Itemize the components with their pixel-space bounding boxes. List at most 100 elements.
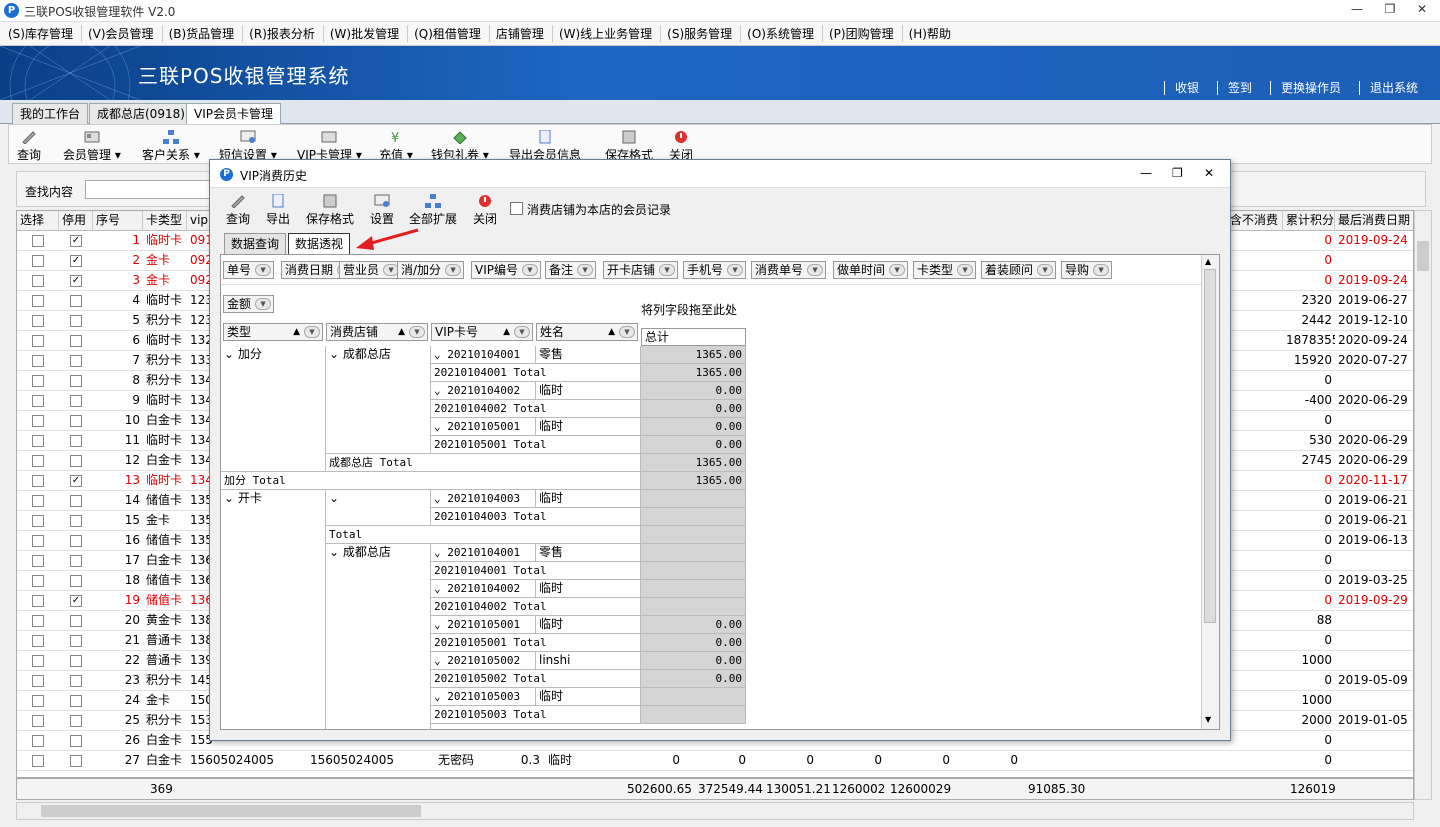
collapse-icon[interactable]: ⌄: [434, 348, 441, 361]
row-select-checkbox[interactable]: [32, 555, 44, 567]
tab-data-query[interactable]: 数据查询: [224, 233, 287, 254]
menu-item-reports[interactable]: (R)报表分析: [247, 25, 324, 42]
filter-field-4[interactable]: VIP编号 ▼: [471, 261, 541, 279]
row-disabled-checkbox[interactable]: [70, 455, 82, 467]
tab-pivot[interactable]: 数据透视: [288, 233, 351, 255]
filter-field-0[interactable]: 单号 ▼: [223, 261, 275, 279]
collapse-icon[interactable]: ⌄: [434, 654, 441, 667]
row-select-checkbox[interactable]: [32, 515, 44, 527]
row-select-checkbox[interactable]: [32, 715, 44, 727]
row-disabled-checkbox[interactable]: [70, 675, 82, 687]
collapse-icon[interactable]: ⌄: [434, 546, 441, 559]
row-select-checkbox[interactable]: [32, 335, 44, 347]
row-disabled-checkbox[interactable]: [70, 415, 82, 427]
collapse-icon[interactable]: ⌄: [434, 618, 441, 631]
collapse-icon[interactable]: ⌄: [329, 545, 339, 559]
row-disabled-checkbox[interactable]: [70, 495, 82, 507]
row-disabled-checkbox[interactable]: ✓: [70, 255, 82, 267]
menu-item-goods[interactable]: (B)货品管理: [167, 25, 244, 42]
collapse-icon[interactable]: ⌄: [329, 347, 339, 361]
dialog-restore-icon[interactable]: ❐: [1172, 166, 1183, 180]
menu-item-service[interactable]: (S)服务管理: [665, 25, 742, 42]
col-header-number[interactable]: 序号: [93, 211, 143, 231]
table-row[interactable]: 27 白金卡 15605024005 0 15605024005 无密码 0.3 临时 0 0 0 0…: [17, 751, 1413, 771]
horizontal-scrollbar[interactable]: [16, 802, 1414, 820]
row-disabled-checkbox[interactable]: [70, 335, 82, 347]
row-disabled-checkbox[interactable]: [70, 695, 82, 707]
row-disabled-checkbox[interactable]: [70, 755, 82, 767]
row-select-checkbox[interactable]: [32, 295, 44, 307]
row-disabled-checkbox[interactable]: ✓: [70, 275, 82, 287]
row-select-checkbox[interactable]: [32, 655, 44, 667]
row-disabled-checkbox[interactable]: [70, 575, 82, 587]
row-select-checkbox[interactable]: [32, 735, 44, 747]
filter-field-7[interactable]: 手机号 ▼: [683, 261, 747, 279]
row-select-checkbox[interactable]: [32, 575, 44, 587]
row-disabled-checkbox[interactable]: [70, 715, 82, 727]
scroll-down-icon[interactable]: ▼: [1205, 715, 1211, 724]
row-disabled-checkbox[interactable]: [70, 555, 82, 567]
row-select-checkbox[interactable]: [32, 615, 44, 627]
row-disabled-checkbox[interactable]: [70, 295, 82, 307]
switch-operator-link[interactable]: 更换操作员: [1269, 81, 1351, 95]
collapse-icon[interactable]: ⌄: [434, 384, 441, 397]
horizontal-scroll-thumb[interactable]: [41, 805, 421, 817]
customer-relations-button[interactable]: 客户关系 ▾: [142, 130, 200, 163]
filter-field-8[interactable]: 消费单号 ▼: [751, 261, 827, 279]
col-header-disabled[interactable]: 停用: [59, 211, 93, 231]
row-field-store[interactable]: 消费店铺 ▲ ▼: [326, 323, 428, 341]
filter-field-2[interactable]: 营业员 ▼: [339, 261, 403, 279]
row-disabled-checkbox[interactable]: [70, 735, 82, 747]
filter-field-12[interactable]: 导购 ▼: [1061, 261, 1113, 279]
search-input[interactable]: [85, 180, 215, 199]
row-disabled-checkbox[interactable]: [70, 635, 82, 647]
row-disabled-checkbox[interactable]: [70, 435, 82, 447]
dialog-settings-button[interactable]: 设置: [370, 194, 394, 227]
row-field-vip-card[interactable]: VIP卡号 ▲ ▼: [431, 323, 533, 341]
minimize-icon[interactable]: —: [1345, 2, 1369, 20]
vertical-scrollbar[interactable]: [1414, 210, 1432, 800]
row-select-checkbox[interactable]: [32, 695, 44, 707]
row-select-checkbox[interactable]: [32, 495, 44, 507]
col-header-excl-nonconsume[interactable]: 含不消费: [1227, 211, 1283, 231]
row-disabled-checkbox[interactable]: [70, 375, 82, 387]
row-disabled-checkbox[interactable]: [70, 655, 82, 667]
filter-field-3[interactable]: 消/加分 ▼: [397, 261, 465, 279]
dialog-save-format-button[interactable]: 保存格式: [306, 194, 354, 227]
row-disabled-checkbox[interactable]: [70, 535, 82, 547]
expand-all-button[interactable]: 全部扩展: [409, 194, 457, 227]
filter-field-10[interactable]: 卡类型 ▼: [913, 261, 977, 279]
row-disabled-checkbox[interactable]: [70, 355, 82, 367]
menu-item-wholesale[interactable]: (W)批发管理: [328, 25, 409, 42]
col-header-total-points[interactable]: 累计积分: [1283, 211, 1335, 231]
row-field-type[interactable]: 类型 ▲ ▼: [223, 323, 323, 341]
menu-item-stores[interactable]: 店铺管理: [494, 25, 553, 42]
row-select-checkbox[interactable]: [32, 235, 44, 247]
collapse-icon[interactable]: ⌄: [434, 492, 441, 505]
tab-vip-card-management[interactable]: VIP会员卡管理: [186, 103, 281, 125]
filter-field-9[interactable]: 做单时间 ▼: [833, 261, 909, 279]
menu-item-groupbuy[interactable]: (P)团购管理: [827, 25, 903, 42]
data-field-amount[interactable]: 金额 ▼: [223, 295, 275, 313]
row-select-checkbox[interactable]: [32, 475, 44, 487]
collapse-icon[interactable]: ⌄: [329, 491, 339, 505]
row-select-checkbox[interactable]: [32, 415, 44, 427]
store-filter-checkbox[interactable]: [510, 202, 523, 215]
row-select-checkbox[interactable]: [32, 375, 44, 387]
col-header-last-consume-date[interactable]: 最后消费日期: [1335, 211, 1413, 231]
row-select-checkbox[interactable]: [32, 455, 44, 467]
member-management-button[interactable]: 会员管理 ▾: [63, 130, 121, 163]
col-header-card-type[interactable]: 卡类型: [143, 211, 187, 231]
collapse-icon[interactable]: ⌄: [224, 347, 234, 361]
row-disabled-checkbox[interactable]: ✓: [70, 475, 82, 487]
pivot-vertical-scrollbar[interactable]: ▲ ▼: [1201, 255, 1219, 729]
sign-in-link[interactable]: 签到: [1216, 81, 1262, 95]
dialog-close-button[interactable]: 关闭: [473, 194, 497, 227]
filter-field-6[interactable]: 开卡店铺 ▼: [603, 261, 679, 279]
row-disabled-checkbox[interactable]: ✓: [70, 235, 82, 247]
row-select-checkbox[interactable]: [32, 315, 44, 327]
exit-system-link[interactable]: 退出系统: [1358, 81, 1428, 95]
collapse-icon[interactable]: ⌄: [434, 420, 441, 433]
dialog-close-icon[interactable]: ✕: [1204, 166, 1214, 180]
row-disabled-checkbox[interactable]: [70, 315, 82, 327]
